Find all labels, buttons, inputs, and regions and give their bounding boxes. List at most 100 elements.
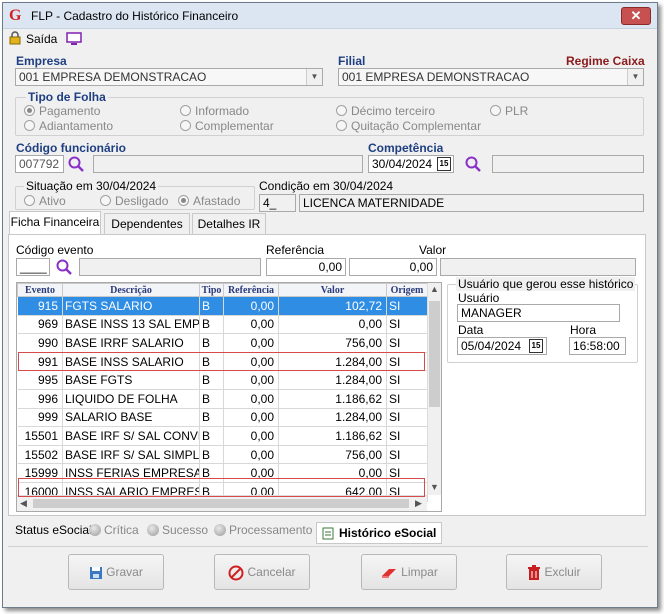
scrollbar-thumb[interactable]	[429, 301, 440, 407]
chevron-up-icon[interactable]: ▲	[430, 284, 439, 294]
condicao-code: 4_	[259, 194, 296, 212]
scrollbar-thumb[interactable]	[33, 499, 409, 508]
valor-input[interactable]: 0,00	[349, 258, 437, 276]
tab-detalhes-ir[interactable]: Detalhes IR	[192, 213, 266, 235]
col-valor[interactable]: Valor	[278, 283, 387, 297]
table-row[interactable]: 969 BASE INSS 13 SAL EMP B 0,00 0,00 SI	[17, 315, 428, 335]
radio-icon	[490, 105, 501, 116]
radio-pagamento[interactable]: Pagamento	[24, 104, 100, 118]
radio-adiantamento[interactable]: Adiantamento	[24, 119, 113, 133]
codigo-evento-label: Código evento	[16, 243, 94, 257]
gravar-button[interactable]: Gravar	[68, 554, 164, 590]
chevron-down-icon[interactable]: ▼	[627, 69, 643, 85]
table-row[interactable]: 995 BASE FGTS B 0,00 1.284,00 SI	[17, 370, 428, 390]
vertical-scrollbar[interactable]: ▲ ▼	[427, 283, 441, 495]
lock-icon	[9, 31, 21, 45]
app-logo-icon: G	[9, 7, 22, 24]
table-row[interactable]: 15501BASE IRF S/ SAL CONVENB0,001.186,62…	[17, 426, 428, 446]
table-row[interactable]: 15502 BASE IRF S/ SAL SIMPL B 0,00 756,00 SI	[17, 445, 428, 465]
chevron-down-icon[interactable]: ▼	[430, 482, 439, 492]
status-dot-icon	[147, 524, 159, 536]
horizontal-scrollbar[interactable]: ◀ ▶	[17, 495, 427, 511]
usuario-group-title: Usuário que gerou esse histórico	[456, 277, 636, 291]
monitor-icon[interactable]	[66, 32, 82, 46]
col-descricao[interactable]: Descrição	[62, 283, 200, 297]
col-origem[interactable]: Origem	[386, 283, 428, 297]
radio-informado[interactable]: Informado	[180, 104, 249, 118]
funcionario-code-input[interactable]: 007792	[15, 155, 64, 173]
radio-afastado[interactable]: Afastado	[178, 194, 240, 208]
calendar-icon[interactable]: 15	[437, 157, 451, 171]
funcionario-name-field	[93, 155, 363, 173]
referencia-input[interactable]: 0,00	[266, 258, 346, 276]
evento-description-field	[79, 258, 261, 276]
exit-button[interactable]	[8, 31, 22, 48]
title-bar: G FLP - Cadastro do Histórico Financeiro…	[3, 3, 657, 29]
search-icon[interactable]	[464, 155, 482, 173]
cancelar-button[interactable]: Cancelar	[214, 554, 310, 590]
trash-icon	[528, 564, 541, 580]
table-row[interactable]: 996 LIQUIDO DE FOLHA B 0,00 1.186,62 SI	[17, 389, 428, 409]
radio-icon	[180, 105, 191, 116]
tab-dependentes[interactable]: Dependentes	[104, 213, 190, 235]
condicao-value: LICENCA MATERNIDADE	[299, 194, 644, 212]
competencia-extra-field	[492, 155, 644, 173]
status-critica: Crítica	[89, 523, 139, 537]
filial-value: 001 EMPRESA DEMONSTRACAO	[342, 70, 530, 84]
competencia-label: Competência	[368, 141, 444, 155]
radio-quitacao-complementar[interactable]: Quitação Complementar	[336, 119, 481, 133]
radio-plr[interactable]: PLR	[490, 104, 528, 118]
status-dot-icon	[89, 524, 101, 536]
valor-label: Valor	[419, 243, 447, 257]
hora-field: 16:58:00	[569, 337, 626, 355]
cancel-icon	[228, 565, 244, 581]
exit-label[interactable]: Saída	[26, 32, 57, 46]
table-row[interactable]: 915 FGTS SALARIO B 0,00 102,72 SI	[17, 296, 428, 316]
empresa-select[interactable]: 001 EMPRESA DEMONSTRACAO ▼	[15, 68, 323, 86]
radio-icon	[336, 105, 347, 116]
col-evento[interactable]: Evento	[17, 283, 63, 297]
calendar-icon[interactable]: 15	[529, 339, 543, 353]
empresa-label: Empresa	[16, 54, 67, 68]
radio-icon	[24, 195, 35, 206]
valor-extra-field	[440, 258, 636, 276]
radio-decimo-terceiro[interactable]: Décimo terceiro	[336, 104, 435, 118]
radio-complementar[interactable]: Complementar	[180, 119, 274, 133]
referencia-label: Referência	[266, 243, 325, 257]
chevron-left-icon[interactable]: ◀	[20, 498, 27, 509]
radio-ativo[interactable]: Ativo	[24, 194, 66, 208]
filial-select[interactable]: 001 EMPRESA DEMONSTRACAO ▼	[338, 68, 644, 86]
search-icon[interactable]	[67, 155, 85, 173]
chevron-down-icon[interactable]: ▼	[306, 69, 322, 85]
codigo-evento-input[interactable]: ____	[16, 258, 50, 276]
status-dot-icon	[214, 524, 226, 536]
table-row[interactable]: 15999 INSS FERIAS EMPRESA B 0,00 0,00 SI	[17, 463, 428, 483]
radio-icon	[336, 120, 347, 131]
radio-desligado[interactable]: Desligado	[100, 194, 168, 208]
divider	[8, 546, 648, 547]
table-row[interactable]: 999 SALARIO BASE B 0,00 1.284,00 SI	[17, 408, 428, 428]
close-button[interactable]: ✕	[621, 7, 651, 25]
tab-ficha-financeira[interactable]: Ficha Financeira	[9, 211, 101, 235]
search-icon[interactable]	[55, 258, 73, 276]
chevron-right-icon[interactable]: ▶	[415, 498, 422, 509]
historico-esocial-tab[interactable]: Histórico eSocial	[316, 522, 442, 544]
table-header-row: Evento Descrição Tipo Referência Valor O…	[17, 283, 428, 297]
table-row[interactable]: 990 BASE IRRF SALARIO B 0,00 756,00 SI	[17, 333, 428, 353]
hora-label: Hora	[570, 323, 597, 337]
col-referencia[interactable]: Referência	[223, 283, 279, 297]
table-row[interactable]: 991 BASE INSS SALARIO B 0,00 1.284,00 SI	[17, 352, 428, 372]
radio-selected-icon	[24, 105, 35, 116]
status-esocial-label: Status eSocial:	[15, 523, 96, 537]
excluir-button[interactable]: Excluir	[506, 554, 602, 590]
condicao-label: Condição em 30/04/2024	[259, 179, 394, 193]
document-edit-icon	[322, 527, 334, 540]
save-disk-icon	[90, 566, 103, 579]
tipo-folha-label: Tipo de Folha	[26, 90, 108, 104]
empresa-value: 001 EMPRESA DEMONSTRACAO	[19, 70, 207, 84]
data-label: Data	[458, 323, 484, 337]
limpar-button[interactable]: Limpar	[361, 554, 457, 590]
eventos-table-container: Evento Descrição Tipo Referência Valor O…	[16, 282, 442, 512]
funcionario-label: Código funcionário	[16, 141, 126, 155]
col-tipo[interactable]: Tipo	[199, 283, 224, 297]
